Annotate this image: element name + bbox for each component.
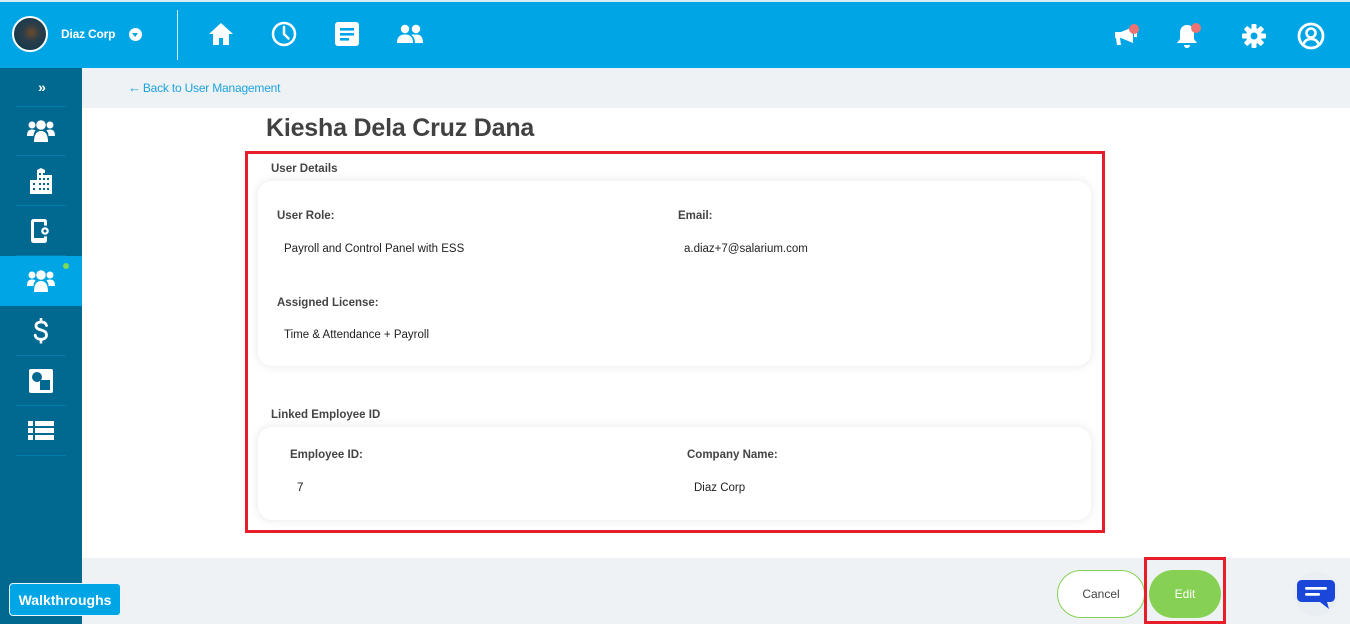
shapes-icon <box>29 369 53 393</box>
assigned-license-label: Assigned License: <box>277 297 379 309</box>
user-icon[interactable] <box>1297 22 1325 50</box>
edit-button[interactable]: Edit <box>1149 570 1221 618</box>
user-details-section-label: User Details <box>271 163 338 175</box>
company-name-value: Diaz Corp <box>694 482 746 494</box>
walkthroughs-button[interactable]: Walkthroughs <box>9 583 121 616</box>
sidebar-item-company[interactable] <box>0 156 82 206</box>
top-navigation-bar: Diaz Corp <box>0 0 1350 68</box>
mobile-settings-icon <box>31 219 51 243</box>
arrow-left-icon: ← <box>128 80 141 95</box>
email-value: a.diaz+7@salarium.com <box>684 243 808 255</box>
document-icon[interactable] <box>333 20 361 48</box>
company-name: Diaz Corp <box>61 27 116 41</box>
people-icon[interactable] <box>396 20 424 48</box>
user-role-value: Payroll and Control Panel with ESS <box>284 243 465 255</box>
gear-icon[interactable] <box>1240 22 1268 50</box>
sidebar-item-user-management[interactable] <box>0 256 82 306</box>
user-role-label: User Role: <box>277 210 335 222</box>
home-icon[interactable] <box>207 20 235 48</box>
sidebar-item-users[interactable] <box>0 106 82 156</box>
sidebar-item-list[interactable] <box>0 406 82 456</box>
active-indicator-dot <box>63 263 69 269</box>
details-highlight-box: User Details User Role: Payroll and Cont… <box>245 151 1105 533</box>
company-switcher[interactable]: Diaz Corp <box>12 16 143 52</box>
chat-bubble-icon <box>1297 580 1335 609</box>
user-details-card: User Role: Payroll and Control Panel wit… <box>258 181 1091 366</box>
back-link-label: Back to User Management <box>142 81 281 95</box>
users-group-icon <box>27 120 55 142</box>
bell-icon[interactable] <box>1173 22 1201 50</box>
list-icon <box>28 421 54 440</box>
sidebar-expand-toggle[interactable]: » <box>0 68 82 106</box>
company-avatar <box>12 16 48 52</box>
clock-icon[interactable] <box>270 20 298 48</box>
topbar-divider <box>177 10 178 60</box>
chat-support-button[interactable] <box>1294 572 1338 616</box>
cancel-button[interactable]: Cancel <box>1057 570 1145 618</box>
building-icon <box>30 168 52 194</box>
sidebar-item-device-settings[interactable] <box>0 206 82 256</box>
announcement-badge <box>1129 24 1139 34</box>
email-label: Email: <box>678 210 713 222</box>
employee-id-label: Employee ID: <box>290 449 363 461</box>
sidebar: » <box>0 68 82 624</box>
breadcrumb-bar: ← Back to User Management <box>82 68 1350 108</box>
page-title: Kiesha Dela Cruz Dana <box>266 114 535 142</box>
linked-employee-card: Employee ID: 7 Company Name: Diaz Corp <box>258 427 1091 520</box>
users-group-icon <box>27 270 55 292</box>
dollar-icon <box>33 318 48 344</box>
back-to-user-management-link[interactable]: ← Back to User Management <box>128 80 280 95</box>
company-name-label: Company Name: <box>687 449 778 461</box>
notification-badge <box>1191 23 1201 33</box>
linked-employee-section-label: Linked Employee ID <box>271 409 381 421</box>
assigned-license-value: Time & Attendance + Payroll <box>284 329 429 341</box>
main-content: Kiesha Dela Cruz Dana User Details User … <box>82 108 1350 558</box>
sidebar-item-modules[interactable] <box>0 356 82 406</box>
employee-id-value: 7 <box>297 482 304 494</box>
announcement-icon[interactable] <box>1112 22 1140 50</box>
sidebar-item-payroll[interactable] <box>0 306 82 356</box>
chevron-down-icon[interactable] <box>129 27 143 41</box>
